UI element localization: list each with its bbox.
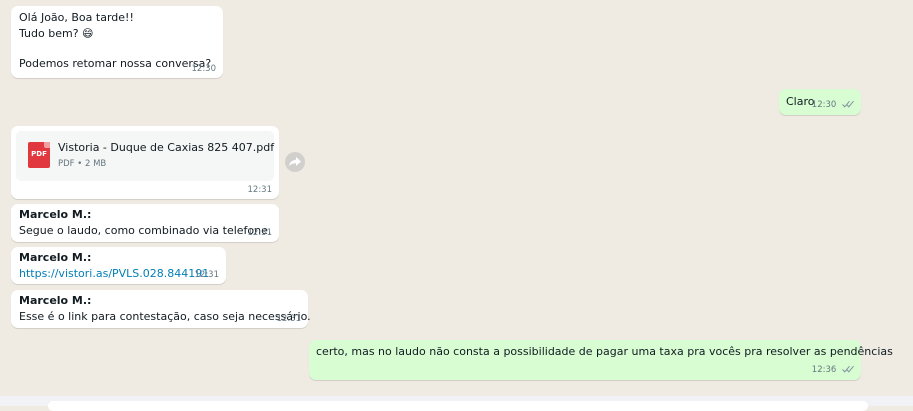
message-text: Segue o laudo, como combinado via telefo…: [19, 223, 272, 237]
message-text: Claro: [786, 95, 815, 108]
sender-name: Marcelo M.:: [19, 294, 92, 307]
forward-icon[interactable]: [285, 152, 305, 172]
double-check-icon: [842, 365, 854, 376]
sender-name: Marcelo M.:: [19, 251, 92, 264]
pdf-file-icon: PDF: [28, 142, 50, 168]
message-status: 12:30: [812, 100, 854, 111]
message-text: certo, mas no laudo não consta a possibi…: [316, 345, 893, 358]
grinning-emoji-icon: 😄: [82, 26, 94, 40]
message-incoming-document[interactable]: PDF Vistoria - Duque de Caxias 825 407.p…: [11, 126, 279, 199]
message-text: Olá João, Boa tarde!!: [19, 11, 134, 24]
message-time: 12:30: [811, 100, 837, 110]
message-time: 12:36: [811, 365, 837, 375]
double-check-icon: [842, 100, 854, 111]
document-meta: PDF • 2 MB: [58, 159, 107, 169]
message-time: 12:30: [191, 64, 217, 74]
document-name: Vistoria - Duque de Caxias 825 407.pdf: [58, 141, 275, 154]
message-text: Esse é o link para contestação, caso sej…: [19, 309, 311, 323]
message-outgoing[interactable]: Claro 12:30: [779, 89, 861, 115]
message-time: 12:31: [194, 270, 220, 280]
message-input[interactable]: [48, 401, 868, 411]
message-incoming[interactable]: Olá João, Boa tarde!! Tudo bem? 😄 Podemo…: [11, 6, 223, 78]
chat-panel: Olá João, Boa tarde!! Tudo bem? 😄 Podemo…: [0, 0, 913, 411]
message-outgoing[interactable]: certo, mas no laudo não consta a possibi…: [309, 340, 893, 380]
message-time: 12:31: [247, 185, 273, 195]
message-link[interactable]: https://vistori.as/PVLS.028.844191: [19, 266, 209, 282]
message-incoming[interactable]: Marcelo M.: https://vistori.as/PVLS.028.…: [11, 247, 226, 284]
document-attachment[interactable]: PDF Vistoria - Duque de Caxias 825 407.p…: [16, 131, 274, 181]
message-time: 12:31: [276, 314, 302, 324]
message-time: 12:31: [247, 228, 273, 238]
message-status: 12:36: [812, 365, 854, 376]
sender-name: Marcelo M.:: [19, 208, 92, 221]
message-text: Podemos retomar nossa conversa?: [19, 57, 212, 70]
message-incoming[interactable]: Marcelo M.: Esse é o link para contestaç…: [11, 290, 311, 328]
message-incoming[interactable]: Marcelo M.: Segue o laudo, como combinad…: [11, 204, 279, 242]
message-text: Tudo bem? 😄: [19, 26, 94, 40]
